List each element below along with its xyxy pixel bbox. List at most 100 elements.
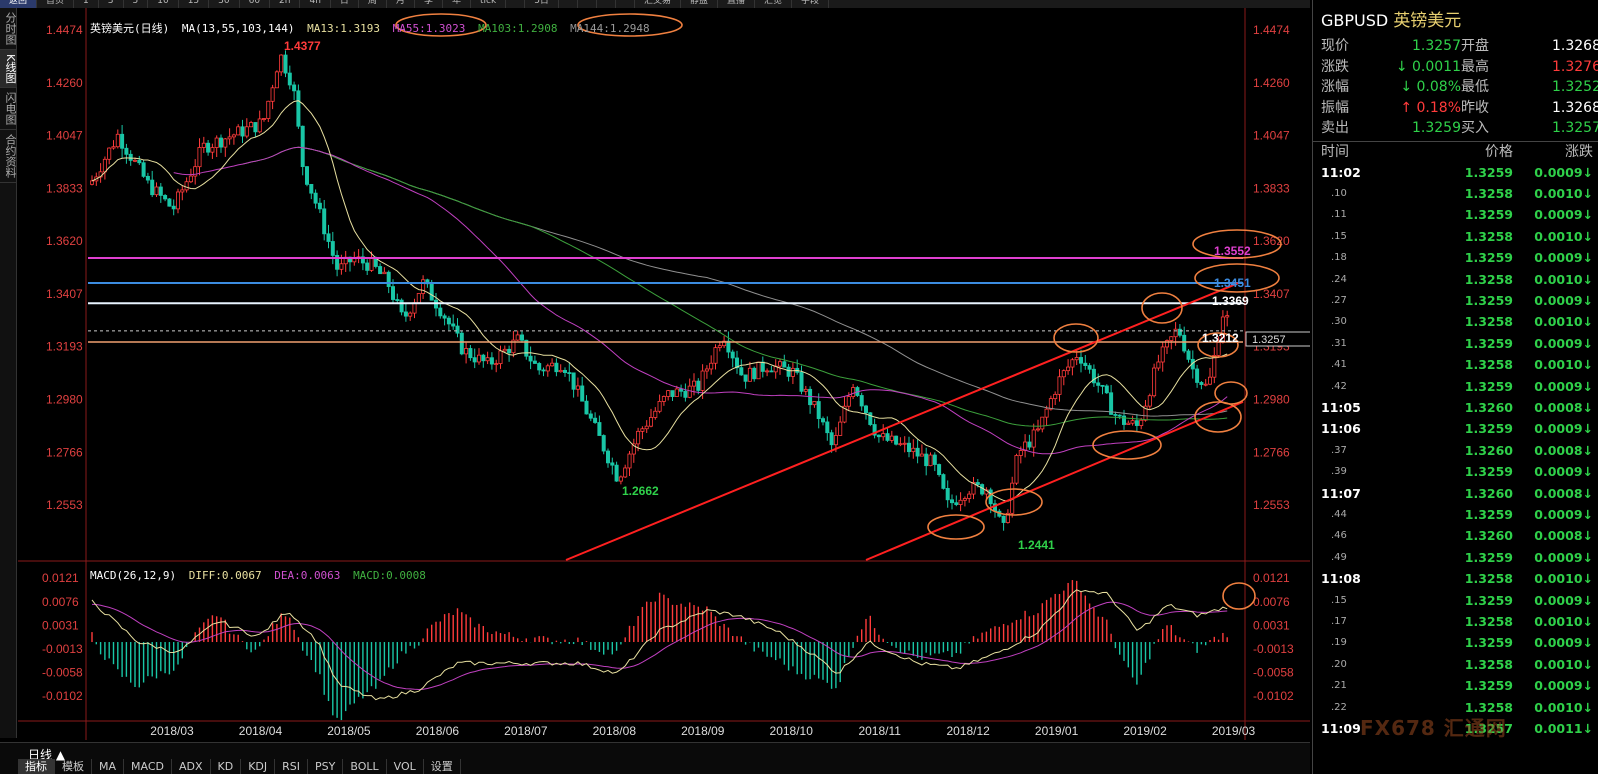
- toolbar-item[interactable]: 15: [179, 0, 210, 8]
- tick-time: .19: [1331, 637, 1347, 649]
- toolbar-item[interactable]: 日: [331, 0, 359, 8]
- tick-price: 1.3258: [1464, 357, 1513, 373]
- quote-value: 1.3268: [1552, 38, 1598, 54]
- macd-legend: MACD(26,12,9) DIFF:0.0067 DEA:0.0063 MAC…: [90, 569, 432, 582]
- toolbar-item[interactable]: 2h: [270, 0, 301, 8]
- indicator-tab[interactable]: KDJ: [241, 759, 276, 774]
- current-price-tag: 1.3257: [1252, 334, 1286, 346]
- candle-body: [911, 447, 916, 453]
- candle-body: [829, 432, 834, 446]
- candle-body: [244, 126, 249, 137]
- price-axis-label-right: 1.4260: [1253, 76, 1290, 90]
- candle-body: [666, 390, 671, 397]
- candle-body: [386, 271, 391, 287]
- toolbar-item[interactable]: 首页: [37, 0, 75, 8]
- indicator-tab[interactable]: 设置: [424, 759, 461, 774]
- kline-chart-area[interactable]: 1.4474 1.4474 1.4260 1.4260 1.4047 1.4047 1.38…: [18, 8, 1310, 740]
- candle-body: [485, 357, 490, 362]
- candle-body: [782, 361, 787, 368]
- toolbar-item[interactable]: [578, 0, 597, 8]
- toolbar-item[interactable]: 60: [240, 0, 271, 8]
- candle-body: [864, 405, 869, 414]
- toolbar-item[interactable]: 直播: [718, 0, 755, 8]
- candle-body: [1203, 383, 1208, 386]
- candle-body: [249, 122, 254, 128]
- candle-body: [679, 388, 684, 392]
- candle-body: [476, 354, 481, 363]
- candle-body: [657, 400, 662, 412]
- channel-lower: [865, 400, 1244, 561]
- indicator-tab[interactable]: BOLL: [343, 759, 387, 774]
- macd-axis-label-left: 0.0076: [42, 595, 79, 609]
- top-toolbar: 返回 首页 1 3 5 10 15 30 60 2h 4h 日周月季年 tick 5日 汇交易 静盘 直播 汇览字…: [0, 0, 1310, 8]
- tick-price: 1.3259: [1464, 549, 1513, 565]
- view-tab[interactable]: K线图: [0, 50, 17, 89]
- candle-body: [313, 192, 318, 204]
- view-tab[interactable]: 闪电图: [0, 88, 17, 131]
- toolbar-item[interactable]: 周: [359, 0, 387, 8]
- time-axis-label: 2018/07: [504, 724, 548, 738]
- toolbar-item[interactable]: 5: [124, 0, 149, 8]
- candle-body: [661, 396, 666, 402]
- quote-label: 卖出: [1321, 120, 1349, 136]
- toolbar-item[interactable]: 5日: [525, 0, 559, 8]
- price-axis-label-left: 1.4047: [46, 129, 83, 143]
- toolbar-item[interactable]: 季: [415, 0, 443, 8]
- toolbar-item[interactable]: 静盘: [681, 0, 718, 8]
- indicator-tab[interactable]: MACD: [124, 759, 172, 774]
- candle-body: [670, 390, 675, 397]
- tick-price: 1.3260: [1464, 485, 1513, 501]
- tick-change: 0.0010↓: [1534, 699, 1593, 715]
- macd-diff: DIFF:0.0067: [188, 569, 262, 582]
- quote-label: 买入: [1461, 120, 1489, 136]
- toolbar-item[interactable]: [559, 0, 578, 8]
- toolbar-item[interactable]: 汇览: [755, 0, 792, 8]
- toolbar-item[interactable]: [506, 0, 526, 8]
- indicator-tab[interactable]: 模板: [55, 759, 92, 774]
- toolbar-item[interactable]: [616, 0, 635, 8]
- tick-time: .41: [1331, 359, 1347, 371]
- toolbar-item[interactable]: 4h: [300, 0, 331, 8]
- indicator-tab[interactable]: KD: [211, 759, 242, 774]
- candle-body: [188, 175, 193, 183]
- toolbar-item[interactable]: 年: [443, 0, 471, 8]
- candle-body: [760, 361, 765, 372]
- tick-change: 0.0009↓: [1534, 549, 1593, 565]
- toolbar-item[interactable]: 汇交易: [635, 0, 681, 8]
- candle-body: [124, 147, 129, 155]
- indicator-tab[interactable]: VOL: [387, 759, 424, 774]
- toolbar-item[interactable]: 月: [387, 0, 415, 8]
- candle-body: [451, 323, 456, 327]
- toolbar-item[interactable]: [597, 0, 616, 8]
- price-chart-svg[interactable]: 1.4474 1.4474 1.4260 1.4260 1.4047 1.4047 1.38…: [18, 8, 1310, 740]
- toolbar-item[interactable]: 10: [148, 0, 179, 8]
- indicator-tab[interactable]: 指标: [18, 759, 55, 774]
- candle-body: [975, 482, 980, 485]
- macd-value: MACD:0.0008: [353, 569, 426, 582]
- candle-body: [292, 84, 297, 92]
- tick-time: 11:07: [1321, 485, 1361, 501]
- indicator-tab[interactable]: PSY: [308, 759, 344, 774]
- price-axis-label-right: 1.3833: [1253, 181, 1290, 195]
- toolbar-item[interactable]: 30: [209, 0, 240, 8]
- toolbar-item[interactable]: 字段: [792, 0, 830, 8]
- view-tab[interactable]: 合约资料: [0, 130, 17, 184]
- indicator-tab[interactable]: RSI: [275, 759, 309, 774]
- indicator-tab[interactable]: ADX: [172, 759, 211, 774]
- tick-price: 1.3259: [1464, 635, 1513, 651]
- macd-axis-label-right: 0.0076: [1253, 595, 1290, 609]
- candle-body: [317, 202, 322, 210]
- tick-change: 0.0010↓: [1534, 314, 1593, 330]
- tick-time: .20: [1331, 658, 1347, 670]
- candle-body: [898, 443, 903, 446]
- toolbar-item[interactable]: tick: [471, 0, 507, 8]
- toolbar-item[interactable]: 返回: [0, 0, 38, 8]
- indicator-tab[interactable]: MA: [92, 759, 125, 774]
- tick-time: .10: [1331, 187, 1347, 199]
- price-axis-label-left: 1.3620: [46, 234, 83, 248]
- view-tab[interactable]: 分时图: [0, 8, 17, 50]
- macd-dea: DEA:0.0063: [274, 569, 341, 582]
- toolbar-item[interactable]: 1: [74, 0, 99, 8]
- toolbar-item[interactable]: 3: [99, 0, 124, 8]
- tick-list[interactable]: 11:02 1.3259 0.0009↓ .10 1.3258 0.0010↓ .11 1.3…: [1313, 162, 1598, 740]
